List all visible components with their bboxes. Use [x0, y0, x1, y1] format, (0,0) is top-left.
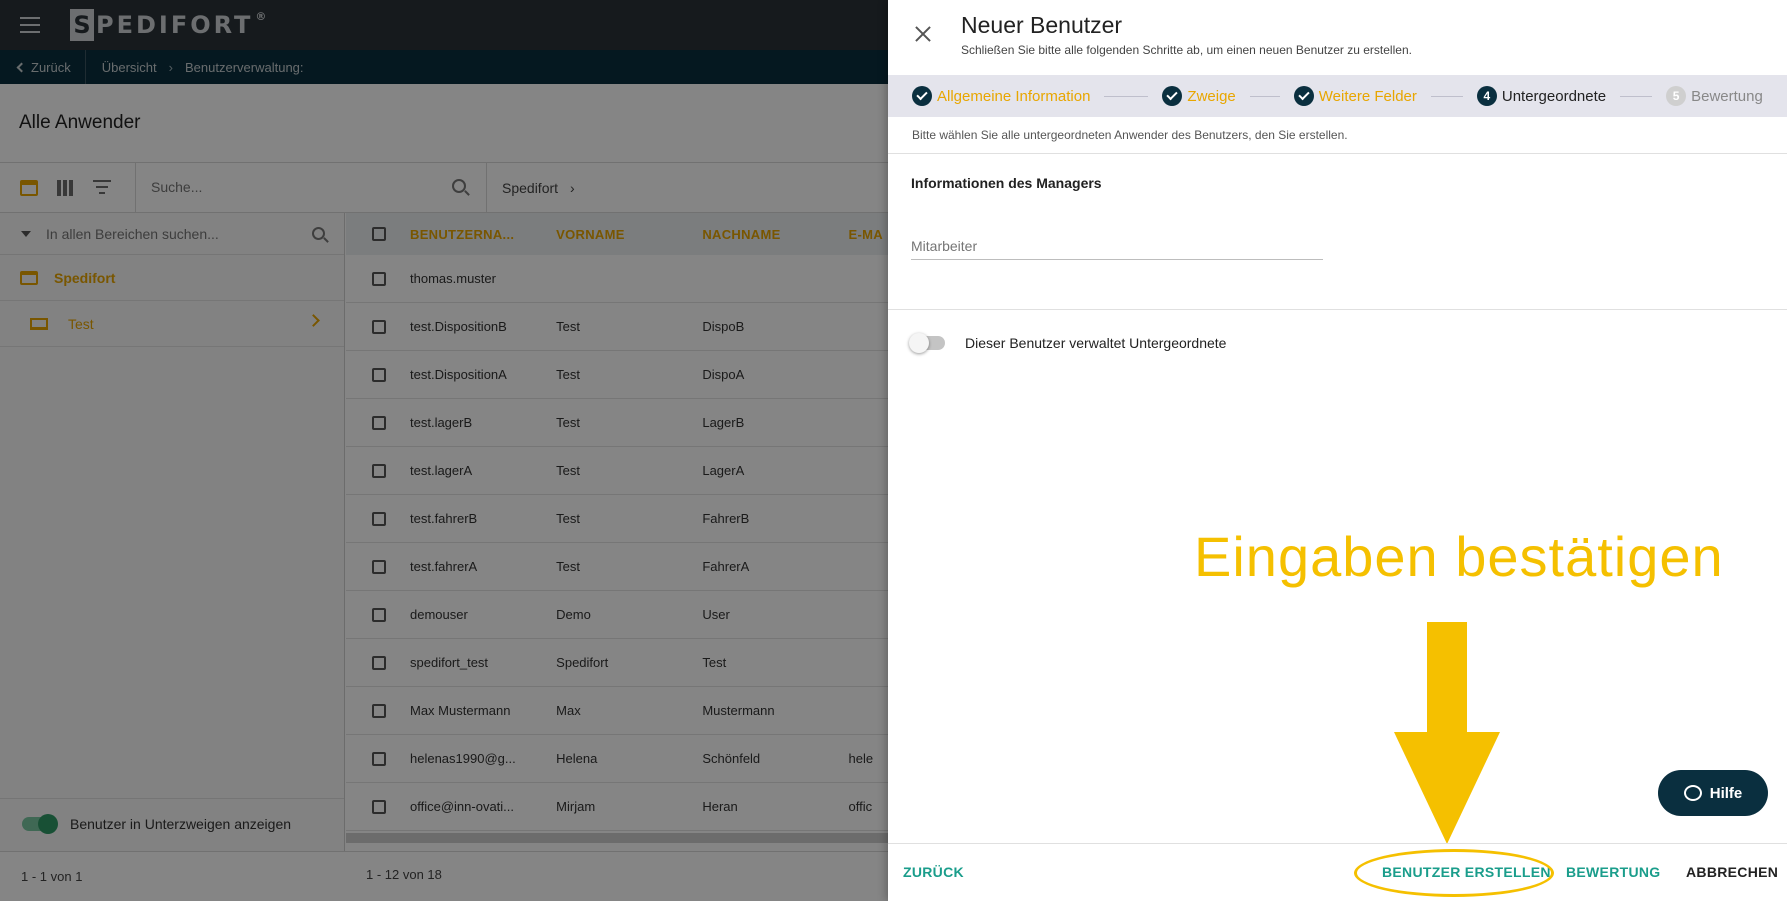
- employee-field[interactable]: [911, 232, 1323, 260]
- step-connector: [1249, 95, 1280, 97]
- close-icon[interactable]: [914, 25, 932, 43]
- chat-bubble-icon: [1683, 785, 1702, 801]
- panel-title: Neuer Benutzer: [961, 12, 1123, 38]
- step-connector: [1104, 95, 1149, 97]
- step-hint: Bitte wählen Sie alle untergeordneten An…: [912, 128, 1348, 142]
- divider: [888, 309, 1787, 310]
- step-label: Allgemeine Information: [937, 87, 1091, 105]
- manages-subordinates-toggle[interactable]: [909, 333, 945, 353]
- step-number: 4: [1476, 86, 1497, 106]
- step-general-info[interactable]: Allgemeine Information: [912, 86, 1090, 106]
- new-user-panel: Neuer Benutzer Schließen Sie bitte alle …: [888, 0, 1787, 901]
- annotation-arrow-icon: [1394, 622, 1500, 844]
- step-review[interactable]: 5 Bewertung: [1666, 86, 1763, 106]
- annotation-text: Eingaben bestätigen: [1194, 525, 1724, 588]
- step-subordinates[interactable]: 4 Untergeordnete: [1476, 86, 1607, 106]
- help-label: Hilfe: [1709, 784, 1743, 802]
- panel-footer: ZURÜCK BENUTZER ERSTELLEN BEWERTUNG ABBR…: [888, 843, 1787, 901]
- step-branches[interactable]: Zweige: [1162, 86, 1236, 106]
- check-icon: [912, 86, 932, 106]
- review-button[interactable]: BEWERTUNG: [1566, 864, 1660, 880]
- step-label: Untergeordnete: [1501, 87, 1607, 105]
- step-label: Zweige: [1187, 87, 1236, 105]
- app: S PEDIFORT ® Zurück Übersicht › Benutzer…: [0, 0, 1787, 901]
- cancel-button[interactable]: ABBRECHEN: [1686, 864, 1778, 880]
- back-button[interactable]: ZURÜCK: [903, 864, 964, 880]
- divider: [888, 153, 1787, 154]
- stepper: Allgemeine Information Zweige Weitere Fe…: [888, 75, 1787, 117]
- check-icon: [1293, 86, 1314, 106]
- step-connector: [1620, 95, 1653, 97]
- check-icon: [1162, 86, 1183, 106]
- manages-subordinates-label: Dieser Benutzer verwaltet Untergeordnete: [965, 335, 1227, 351]
- modal-backdrop[interactable]: [0, 0, 888, 901]
- step-more-fields[interactable]: Weitere Felder: [1293, 86, 1417, 106]
- step-label: Bewertung: [1691, 87, 1763, 105]
- help-button[interactable]: Hilfe: [1658, 770, 1768, 816]
- panel-subtitle: Schließen Sie bitte alle folgenden Schri…: [961, 43, 1412, 57]
- section-title: Informationen des Managers: [911, 175, 1102, 191]
- manages-subordinates-row: Dieser Benutzer verwaltet Untergeordnete: [909, 333, 1227, 353]
- step-number: 5: [1666, 86, 1687, 106]
- step-label: Weitere Felder: [1318, 87, 1417, 105]
- step-connector: [1430, 95, 1463, 97]
- annotation-circle: [1354, 849, 1554, 897]
